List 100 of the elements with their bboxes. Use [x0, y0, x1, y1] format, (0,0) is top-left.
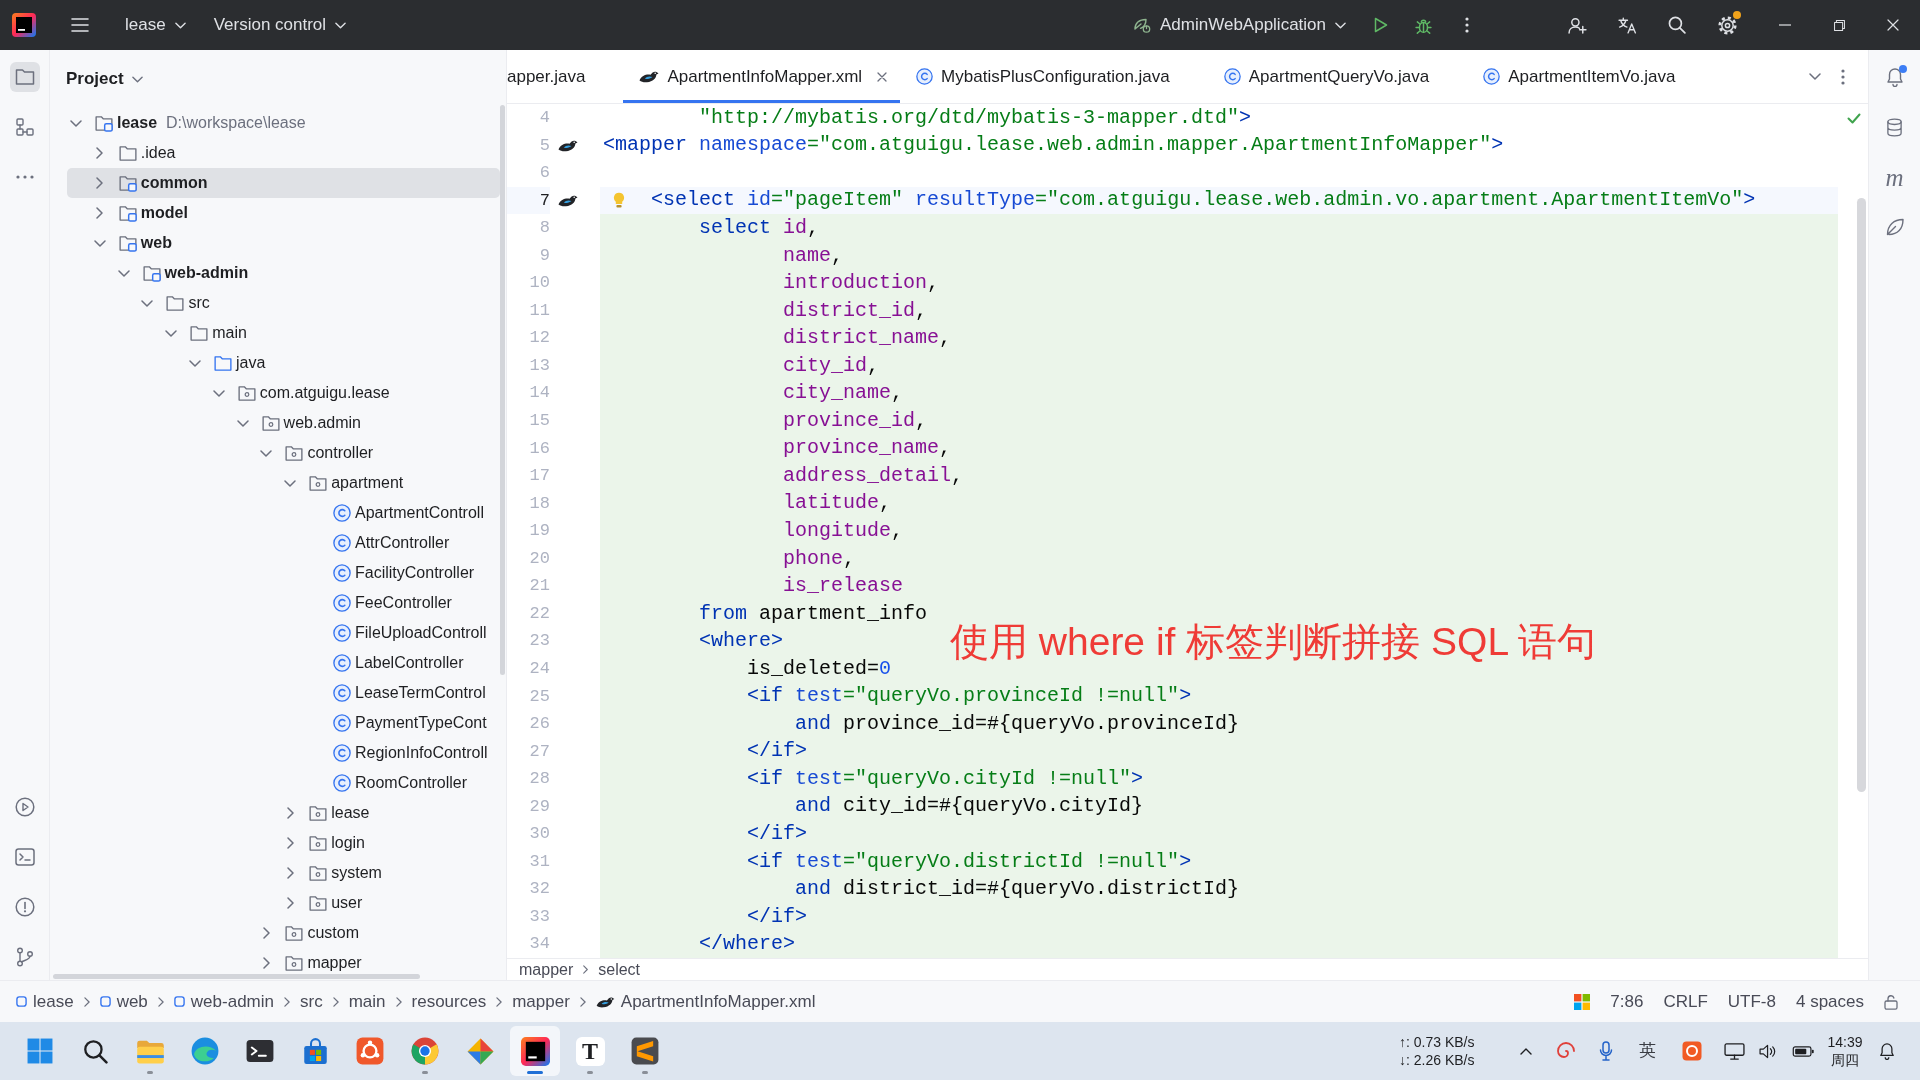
path-item[interactable]: resources: [411, 988, 487, 1015]
editor-tab[interactable]: MybatisPlusConfiguration.java: [900, 50, 1208, 103]
scrollbar-thumb[interactable]: [53, 974, 420, 979]
tree-item[interactable]: login: [67, 828, 500, 858]
chevron-down-icon[interactable]: [141, 299, 154, 307]
chevron-right-icon[interactable]: [96, 147, 104, 159]
breadcrumb-item[interactable]: mapper: [519, 961, 574, 978]
monitor-icon[interactable]: [1723, 1042, 1745, 1060]
more-vertical-icon[interactable]: [1841, 68, 1845, 85]
chevron-right-icon[interactable]: [96, 207, 104, 219]
bell-icon[interactable]: [1878, 1042, 1895, 1060]
chevron-right-icon[interactable]: [262, 927, 270, 939]
tree-item[interactable]: FeeController: [67, 588, 500, 618]
vcs-dropdown[interactable]: Version control: [201, 7, 359, 43]
path-item[interactable]: ApartmentInfoMapper.xml: [595, 988, 816, 1015]
tree-item[interactable]: LeaseTermControl: [67, 678, 500, 708]
chevron-right-icon[interactable]: [262, 957, 270, 969]
chevron-down-icon[interactable]: [93, 239, 106, 247]
four-squares-icon[interactable]: [1574, 993, 1591, 1010]
editor-tab[interactable]: ApartmentInfoMapper.xml: [623, 50, 901, 103]
tree-item[interactable]: model: [67, 198, 500, 228]
path-item[interactable]: main: [348, 988, 386, 1015]
file-encoding[interactable]: UTF-8: [1727, 988, 1776, 1015]
clock-day[interactable]: 周四: [1831, 1051, 1859, 1070]
tree-item[interactable]: user: [67, 888, 500, 918]
path-item[interactable]: src: [300, 988, 323, 1015]
input-method-indicator[interactable]: 英: [1639, 1038, 1656, 1064]
chevron-down-icon[interactable]: [117, 269, 130, 277]
chevron-right-icon[interactable]: [286, 867, 294, 879]
editor-tab[interactable]: ApartmentQueryVo.java: [1207, 50, 1468, 103]
path-item[interactable]: web: [99, 988, 148, 1015]
tree-item[interactable]: LabelController: [67, 648, 500, 678]
line-separator[interactable]: CRLF: [1663, 988, 1708, 1015]
tree-item[interactable]: java: [67, 348, 500, 378]
indent-setting[interactable]: 4 spaces: [1795, 988, 1864, 1015]
tree-item[interactable]: AttrController: [67, 528, 500, 558]
editor-tab[interactable]: ApartmentItemVo.java: [1467, 50, 1714, 103]
tree-item[interactable]: com.atguigu.lease: [67, 378, 500, 408]
chevron-right-icon[interactable]: [286, 807, 294, 819]
ring-tile-icon[interactable]: [1682, 1041, 1702, 1061]
chevron-right-icon[interactable]: [96, 177, 104, 189]
bulb-icon[interactable]: [613, 191, 625, 208]
close-icon[interactable]: [877, 71, 888, 82]
tool-window-button[interactable]: m: [1879, 162, 1910, 192]
chevron-down-icon[interactable]: [260, 449, 273, 457]
tree-item[interactable]: lease D:\workspace\lease: [67, 108, 500, 138]
tree-item[interactable]: controller: [67, 438, 500, 468]
chevron-down-icon[interactable]: [1809, 73, 1821, 80]
close-icon: [1887, 19, 1899, 31]
tree-item[interactable]: PaymentTypeCont: [67, 708, 500, 738]
four-squares-icon: [27, 1038, 53, 1064]
tree-item[interactable]: ApartmentControll: [67, 498, 500, 528]
scrollbar-thumb[interactable]: [500, 105, 505, 675]
chevron-down-icon[interactable]: [189, 359, 201, 367]
caret-position[interactable]: 7:86: [1610, 988, 1644, 1015]
breadcrumb-item[interactable]: select: [598, 961, 641, 978]
microphone-icon[interactable]: [1599, 1041, 1613, 1061]
path-item[interactable]: lease: [16, 988, 74, 1015]
tree-item[interactable]: FileUploadControll: [67, 618, 500, 648]
tree-item[interactable]: main: [67, 318, 500, 348]
tree-item[interactable]: common: [67, 168, 500, 198]
padlock-icon[interactable]: [1884, 993, 1898, 1010]
tree-item[interactable]: web.admin: [67, 408, 500, 438]
run-configuration-dropdown[interactable]: AdminWebApplication: [1124, 7, 1352, 43]
tree-item[interactable]: src: [67, 288, 500, 318]
tool-window-title[interactable]: Project: [62, 64, 147, 94]
chevron-down-icon[interactable]: [236, 419, 249, 427]
chevron-right-icon[interactable]: [286, 837, 294, 849]
chevron-up-icon[interactable]: [1519, 1047, 1532, 1055]
tree-item[interactable]: mapper: [67, 948, 500, 978]
package-folder-icon: [285, 444, 304, 462]
path-item[interactable]: mapper: [512, 988, 570, 1015]
chevron-down-icon[interactable]: [70, 119, 82, 127]
taskbar-app-button[interactable]: T: [565, 1026, 615, 1076]
battery-icon[interactable]: [1791, 1044, 1815, 1058]
chevron-down-icon[interactable]: [212, 389, 225, 397]
package-folder-icon: [309, 834, 328, 852]
chevron-right-icon[interactable]: [286, 897, 294, 909]
editor-tab[interactable]: apper.java: [507, 50, 624, 103]
project-dropdown[interactable]: lease: [113, 7, 198, 43]
tree-item[interactable]: system: [67, 858, 500, 888]
speaker-icon[interactable]: [1758, 1043, 1778, 1059]
tree-item[interactable]: FacilityController: [67, 558, 500, 588]
chevron-down-icon[interactable]: [284, 479, 297, 487]
tree-item[interactable]: RoomController: [67, 768, 500, 798]
chevron-down-icon[interactable]: [165, 329, 178, 337]
clock-time[interactable]: 14:39: [1827, 1032, 1863, 1051]
tree-item[interactable]: .idea: [67, 138, 500, 168]
tool-window-button[interactable]: [9, 62, 40, 92]
taskbar-app-button[interactable]: [510, 1026, 560, 1076]
swirl-icon[interactable]: [1556, 1041, 1576, 1061]
tree-item[interactable]: RegionInfoControll: [67, 738, 500, 768]
tree-item[interactable]: custom: [67, 918, 500, 948]
tree-item[interactable]: lease: [67, 798, 500, 828]
chevron-down-icon: [174, 21, 186, 29]
tree-item[interactable]: web: [67, 228, 500, 258]
path-item[interactable]: web-admin: [173, 988, 274, 1015]
tree-item[interactable]: web-admin: [67, 258, 500, 288]
tree-item[interactable]: apartment: [67, 468, 500, 498]
scrollbar-thumb[interactable]: [1857, 198, 1866, 792]
